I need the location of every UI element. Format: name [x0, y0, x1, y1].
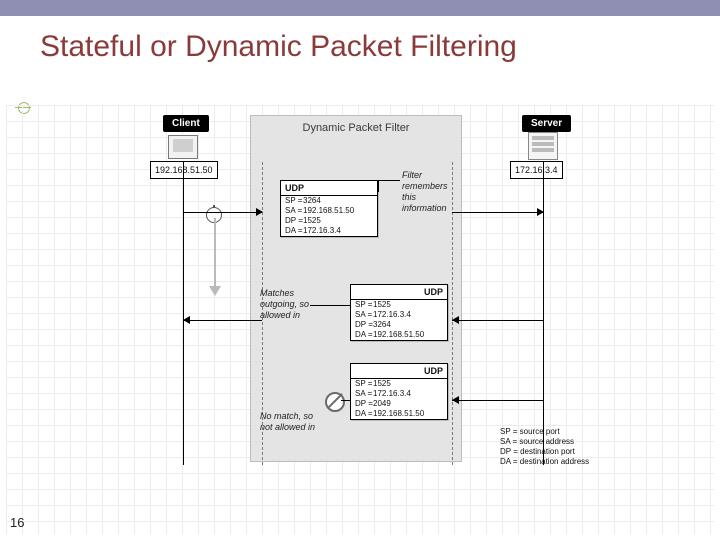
annotation-nomatch-blocked: No match, so not allowed in [260, 411, 316, 433]
filter-caption: Dynamic Packet Filter [251, 122, 461, 134]
msg2-filter-to-client [183, 320, 262, 321]
client-lifeline [183, 162, 184, 465]
annotation-remember: Filter remembers this information [402, 170, 452, 214]
server-rack-icon [528, 132, 558, 160]
packet-reply-blocked: UDP SP =1525 SA =172.16.3.4 DP =2049 DA … [350, 363, 448, 420]
arrowhead-left-icon [452, 316, 459, 324]
server-header: Server [522, 115, 571, 132]
client-header: Client [163, 115, 209, 132]
arrowhead-left-icon [452, 396, 459, 404]
server-ip-label: 172.16.3.4 [510, 161, 563, 179]
time-arrow-icon [210, 218, 220, 298]
blocked-icon [325, 392, 345, 412]
msg1-client-to-filter [183, 212, 262, 213]
pkt3-da: 192.168.51.50 [373, 409, 424, 419]
slide-top-accent [0, 0, 720, 16]
arrowhead-left-icon [183, 316, 190, 324]
packet-protocol-label: UDP [281, 181, 377, 196]
pkt2-dp: 3264 [373, 320, 391, 330]
legend-sa: SA = source address [500, 437, 589, 447]
slide: Stateful or Dynamic Packet Filtering Dyn… [0, 0, 720, 540]
pkt3-dp: 2049 [373, 399, 391, 409]
leader-line [378, 180, 400, 181]
legend-dp: DP = destination port [500, 447, 589, 457]
packet-protocol-label: UDP [351, 364, 447, 379]
packet-reply-allowed: UDP SP =1525 SA =172.16.3.4 DP =3264 DA … [350, 284, 448, 341]
pkt1-dp: 1525 [303, 216, 321, 226]
pkt2-sp: 1525 [373, 300, 391, 310]
msg3-server-to-filter [452, 400, 543, 401]
pkt3-sp: 1525 [373, 379, 391, 389]
msg2-server-to-filter [452, 320, 543, 321]
pkt1-sa: 192.168.51.50 [303, 206, 354, 216]
pkt3-sa: 172.16.3.4 [373, 389, 411, 399]
legend-da: DA = destination address [500, 457, 589, 467]
filter-lifeline-right [452, 162, 453, 465]
pkt1-sp: 3264 [303, 196, 321, 206]
msg1-filter-to-server [452, 212, 543, 213]
pkt2-sa: 172.16.3.4 [373, 310, 411, 320]
packet-protocol-label: UDP [351, 285, 447, 300]
legend-sp: SP = source port [500, 427, 589, 437]
page-number: 16 [10, 515, 24, 530]
figure-dynamic-packet-filter: Dynamic Packet Filter Client Server 192.… [150, 115, 612, 495]
leader-line [378, 180, 379, 192]
leader-line [310, 305, 350, 306]
arrowhead-right-icon [256, 208, 263, 216]
slide-title: Stateful or Dynamic Packet Filtering [40, 30, 517, 64]
annotation-match-allowed: Matches outgoing, so allowed in [260, 288, 312, 321]
legend: SP = source port SA = source address DP … [500, 427, 589, 467]
arrowhead-right-icon [537, 208, 544, 216]
client-terminal-icon [168, 135, 198, 159]
packet-out: UDP SP =3264 SA =192.168.51.50 DP =1525 … [280, 180, 378, 237]
pkt1-da: 172.16.3.4 [303, 226, 341, 236]
pkt2-da: 192.168.51.50 [373, 330, 424, 340]
